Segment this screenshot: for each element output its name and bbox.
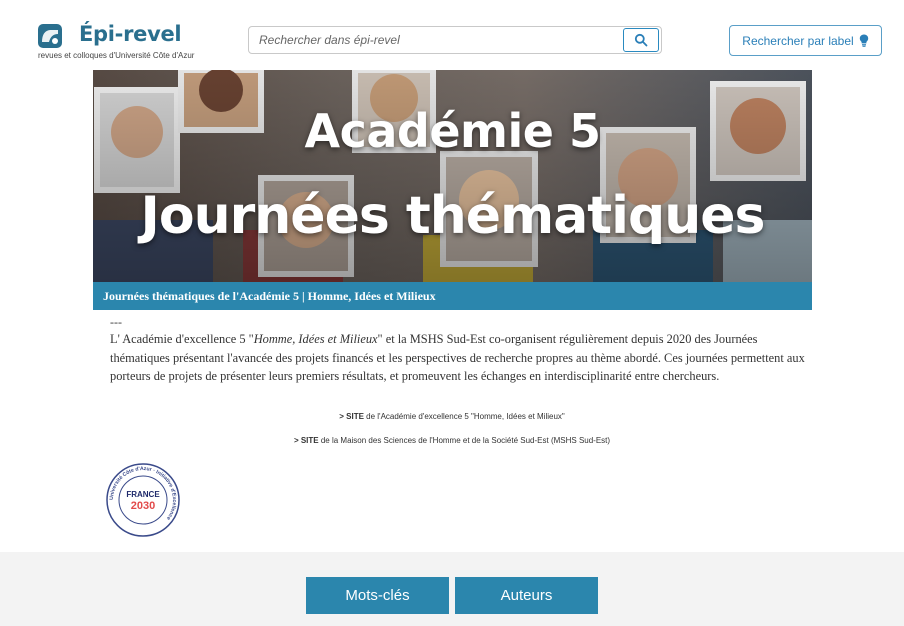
france-2030-seal-logo: Université Côte d'Azur · Initiative d'Ex… xyxy=(106,463,180,537)
banner-photo xyxy=(93,70,812,282)
search-icon xyxy=(634,33,648,47)
brand-name[interactable]: Épi-revel xyxy=(79,22,182,46)
seal-center-top: FRANCE xyxy=(126,490,160,499)
lightbulb-icon xyxy=(859,34,868,47)
hero-banner: Académie 5 Journées thématiques Journées… xyxy=(93,70,812,310)
search-by-label-text: Rechercher par label xyxy=(742,33,854,48)
banner-caption: Journées thématiques de l'Académie 5 | H… xyxy=(93,282,812,310)
intro-emphasis: Homme, Idées et Milieux xyxy=(253,332,378,346)
intro-text-start: L' Académie d'excellence 5 " xyxy=(110,332,254,346)
search-by-label-button[interactable]: Rechercher par label xyxy=(729,25,882,56)
authors-button[interactable]: Auteurs xyxy=(455,577,598,614)
footer-nav: Mots-clés Auteurs xyxy=(0,552,904,626)
banner-title-line1: Académie 5 xyxy=(304,104,601,158)
banner-title-line2: Journées thématiques xyxy=(140,186,766,246)
search-input[interactable] xyxy=(249,27,619,53)
site-link-text: de l'Académie d'excellence 5 "Homme, Idé… xyxy=(363,412,565,421)
site-header: Épi-revel revues et colloques d'Universi… xyxy=(0,0,904,70)
mshs-site-link[interactable]: > SITE de la Maison des Sciences de l'Ho… xyxy=(0,436,904,445)
brand-tagline: revues et colloques d'Université Côte d'… xyxy=(38,51,195,60)
site-link-text: de la Maison des Sciences de l'Homme et … xyxy=(318,436,611,445)
site-link-prefix: > SITE xyxy=(293,436,319,445)
keywords-button[interactable]: Mots-clés xyxy=(306,577,449,614)
search-button[interactable] xyxy=(623,28,659,52)
site-link-prefix: > SITE xyxy=(339,412,364,421)
intro-paragraph: L' Académie d'excellence 5 "Homme, Idées… xyxy=(110,330,810,386)
epi-revel-logo-icon[interactable] xyxy=(38,24,62,48)
separator-dashes: --- xyxy=(110,315,122,329)
seal-center-bottom: 2030 xyxy=(131,500,155,512)
academie-site-link[interactable]: > SITE de l'Académie d'excellence 5 "Hom… xyxy=(0,412,904,421)
search-box xyxy=(248,26,662,54)
